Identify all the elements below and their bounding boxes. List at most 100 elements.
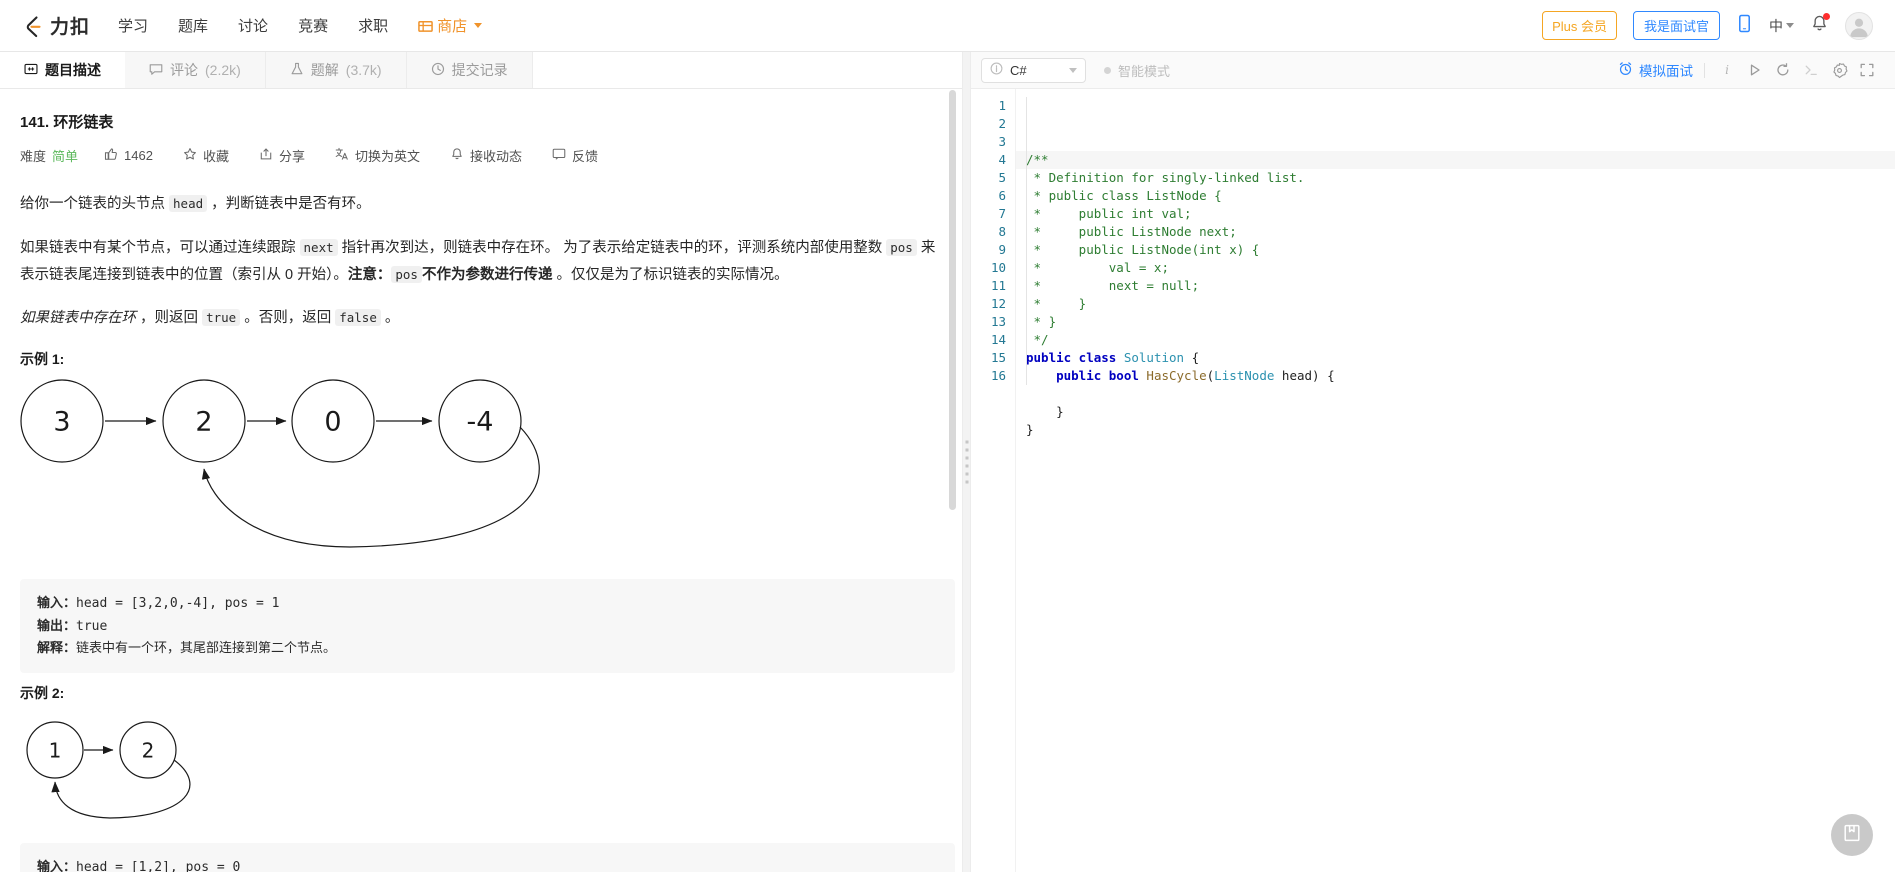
left-panel-scrollbar[interactable] — [949, 90, 956, 510]
code-editor[interactable]: 1 2 3 4 5 6 7 8 9 10 11 12 13 14 15 16 /… — [971, 89, 1895, 872]
nav-item-problems[interactable]: 题库 — [178, 15, 208, 36]
console-icon[interactable] — [1797, 57, 1825, 83]
desc-text: 。仅仅是为了标识链表的实际情况。 — [552, 266, 789, 283]
line-number: 11 — [990, 278, 1006, 293]
input-label: 输入： — [37, 858, 77, 872]
code-line: * val = x; — [1026, 259, 1895, 277]
switch-language-button[interactable]: 切换为英文 — [335, 146, 420, 165]
tab-description[interactable]: 题目描述 — [0, 52, 125, 88]
node-value: 2 — [142, 738, 155, 762]
status-badge: 简单 — [52, 149, 79, 164]
tab-comments[interactable]: 评论 (2.2k) — [125, 52, 266, 88]
mock-interview-button[interactable]: 模拟面试 — [1618, 60, 1693, 80]
code-line: } — [1026, 403, 1895, 421]
run-icon[interactable] — [1741, 57, 1769, 83]
explanation-value: 链表中有一个环，其尾部连接到第二个节点。 — [76, 641, 337, 657]
node-value: 2 — [195, 407, 212, 438]
desc-text: ，则返回 — [136, 310, 203, 327]
line-number: 4 — [998, 152, 1006, 167]
language-select[interactable]: C# — [981, 57, 1086, 83]
description-icon — [24, 62, 38, 79]
reset-icon[interactable] — [1769, 57, 1797, 83]
desc-text: ，判断链表中是否有环。 — [207, 196, 371, 212]
line-number: 13 — [990, 314, 1006, 329]
share-button[interactable]: 分享 — [259, 146, 305, 165]
example-1-diagram: 3 2 0 -4 — [20, 379, 938, 569]
line-number: 3 — [998, 134, 1006, 149]
feedback-label: 反馈 — [572, 149, 599, 164]
tab-submissions[interactable]: 提交记录 — [406, 52, 533, 88]
example-2-diagram: 1 2 — [20, 713, 938, 833]
example-2-block: 输入：head = [1,2], pos = 0 输出：true 解释：链表中有… — [20, 842, 955, 872]
input-value: head = [1,2], pos = 0 — [76, 859, 241, 872]
editor-toolbar-actions: 模拟面试 i — [1618, 57, 1881, 83]
mock-interview-label: 模拟面试 — [1639, 64, 1693, 79]
input-label: 输入： — [37, 595, 77, 611]
feedback-button[interactable]: 反馈 — [552, 146, 598, 165]
interviewer-label: 我是面试官 — [1643, 19, 1709, 34]
info-icon[interactable]: i — [1713, 57, 1741, 83]
favorite-button[interactable]: 收藏 — [183, 146, 229, 165]
svg-text:i: i — [1725, 63, 1729, 77]
code-line: * public ListNode(int x) { — [1026, 241, 1895, 259]
thumbs-up-icon — [104, 147, 118, 164]
mobile-app-button[interactable] — [1736, 14, 1753, 38]
notebook-button[interactable] — [1831, 814, 1873, 856]
notifications-button[interactable] — [1810, 12, 1830, 38]
code-line: * } — [1026, 313, 1895, 331]
language-switcher-label: 中 — [1769, 17, 1783, 34]
nav-item-study[interactable]: 学习 — [118, 15, 148, 36]
chevron-down-icon — [1069, 67, 1077, 73]
code-token: Solution — [1123, 350, 1185, 365]
difficulty-block: 难度 简单 — [20, 146, 78, 165]
example-1-block: 输入：head = [3,2,0,-4], pos = 1 输出：true 解释… — [20, 579, 955, 673]
brand-logo-link[interactable]: 力扣 — [20, 12, 90, 39]
share-label: 分享 — [278, 149, 305, 164]
plus-membership-button[interactable]: Plus 会员 — [1542, 11, 1617, 40]
nav-item-shop[interactable]: 商店 — [418, 15, 483, 36]
node-value: -4 — [467, 407, 494, 438]
inline-code-head: head — [169, 195, 208, 212]
interviewer-button[interactable]: 我是面试官 — [1632, 11, 1720, 40]
code-token: * public ListNode(int x) { — [1026, 242, 1260, 257]
desc-text: 指针再次到达，则链表中存在环。 为了表示给定链表中的环，评测系统内部使用整数 — [337, 239, 887, 256]
avatar[interactable] — [1845, 11, 1873, 40]
nav-item-contest[interactable]: 竞赛 — [298, 15, 328, 36]
code-text-area[interactable]: /** * Definition for singly-linked list.… — [1015, 89, 1895, 872]
code-editor-panel: C# 智能模式 模拟面试 i 1 2 3 4 5 6 7 8 9 10 11 1… — [971, 52, 1895, 872]
line-number: 14 — [990, 332, 1006, 347]
code-token: public bool — [1026, 368, 1147, 383]
fullscreen-icon[interactable] — [1853, 57, 1881, 83]
desc-bold: 不作为参数进行传递 — [421, 266, 553, 283]
node-value: 1 — [49, 738, 62, 762]
like-button[interactable]: 1462 — [104, 147, 153, 164]
line-number-gutter: 1 2 3 4 5 6 7 8 9 10 11 12 13 14 15 16 — [971, 89, 1015, 872]
code-line: public class Solution { — [1026, 349, 1895, 367]
tab-submissions-label: 提交记录 — [451, 62, 508, 78]
code-line: * } — [1026, 295, 1895, 313]
code-token: * next = null; — [1026, 278, 1200, 293]
settings-icon[interactable] — [1825, 57, 1853, 83]
line-number: 7 — [998, 206, 1006, 221]
nav-item-discuss[interactable]: 讨论 — [238, 15, 268, 36]
output-value: true — [76, 618, 108, 634]
description-paragraph-2: 如果链表中有某个节点，可以通过连续跟踪 next 指针再次到达，则链表中存在环。… — [20, 235, 938, 289]
subscribe-button[interactable]: 接收动态 — [450, 146, 522, 165]
nav-item-jobs[interactable]: 求职 — [358, 15, 388, 36]
chevron-down-icon — [474, 23, 483, 28]
tab-solutions[interactable]: 题解 (3.7k) — [265, 52, 407, 88]
inline-code-pos-2: pos — [391, 265, 422, 283]
chevron-down-icon — [1786, 23, 1794, 28]
like-count: 1462 — [124, 148, 153, 163]
desc-text: 给你一个链表的头节点 — [20, 196, 170, 212]
line-number: 12 — [990, 296, 1006, 311]
language-switcher[interactable]: 中 — [1769, 16, 1794, 36]
nav-item-shop-label: 商店 — [437, 18, 468, 35]
line-number: 9 — [998, 242, 1006, 257]
panel-resize-divider[interactable] — [962, 52, 971, 872]
code-token: HasCycle — [1146, 368, 1207, 383]
code-line: */ — [1026, 331, 1895, 349]
code-line: public bool HasCycle(ListNode head) { — [1026, 367, 1895, 385]
favorite-label: 收藏 — [202, 149, 229, 164]
smart-mode-toggle[interactable]: 智能模式 — [1104, 61, 1170, 80]
